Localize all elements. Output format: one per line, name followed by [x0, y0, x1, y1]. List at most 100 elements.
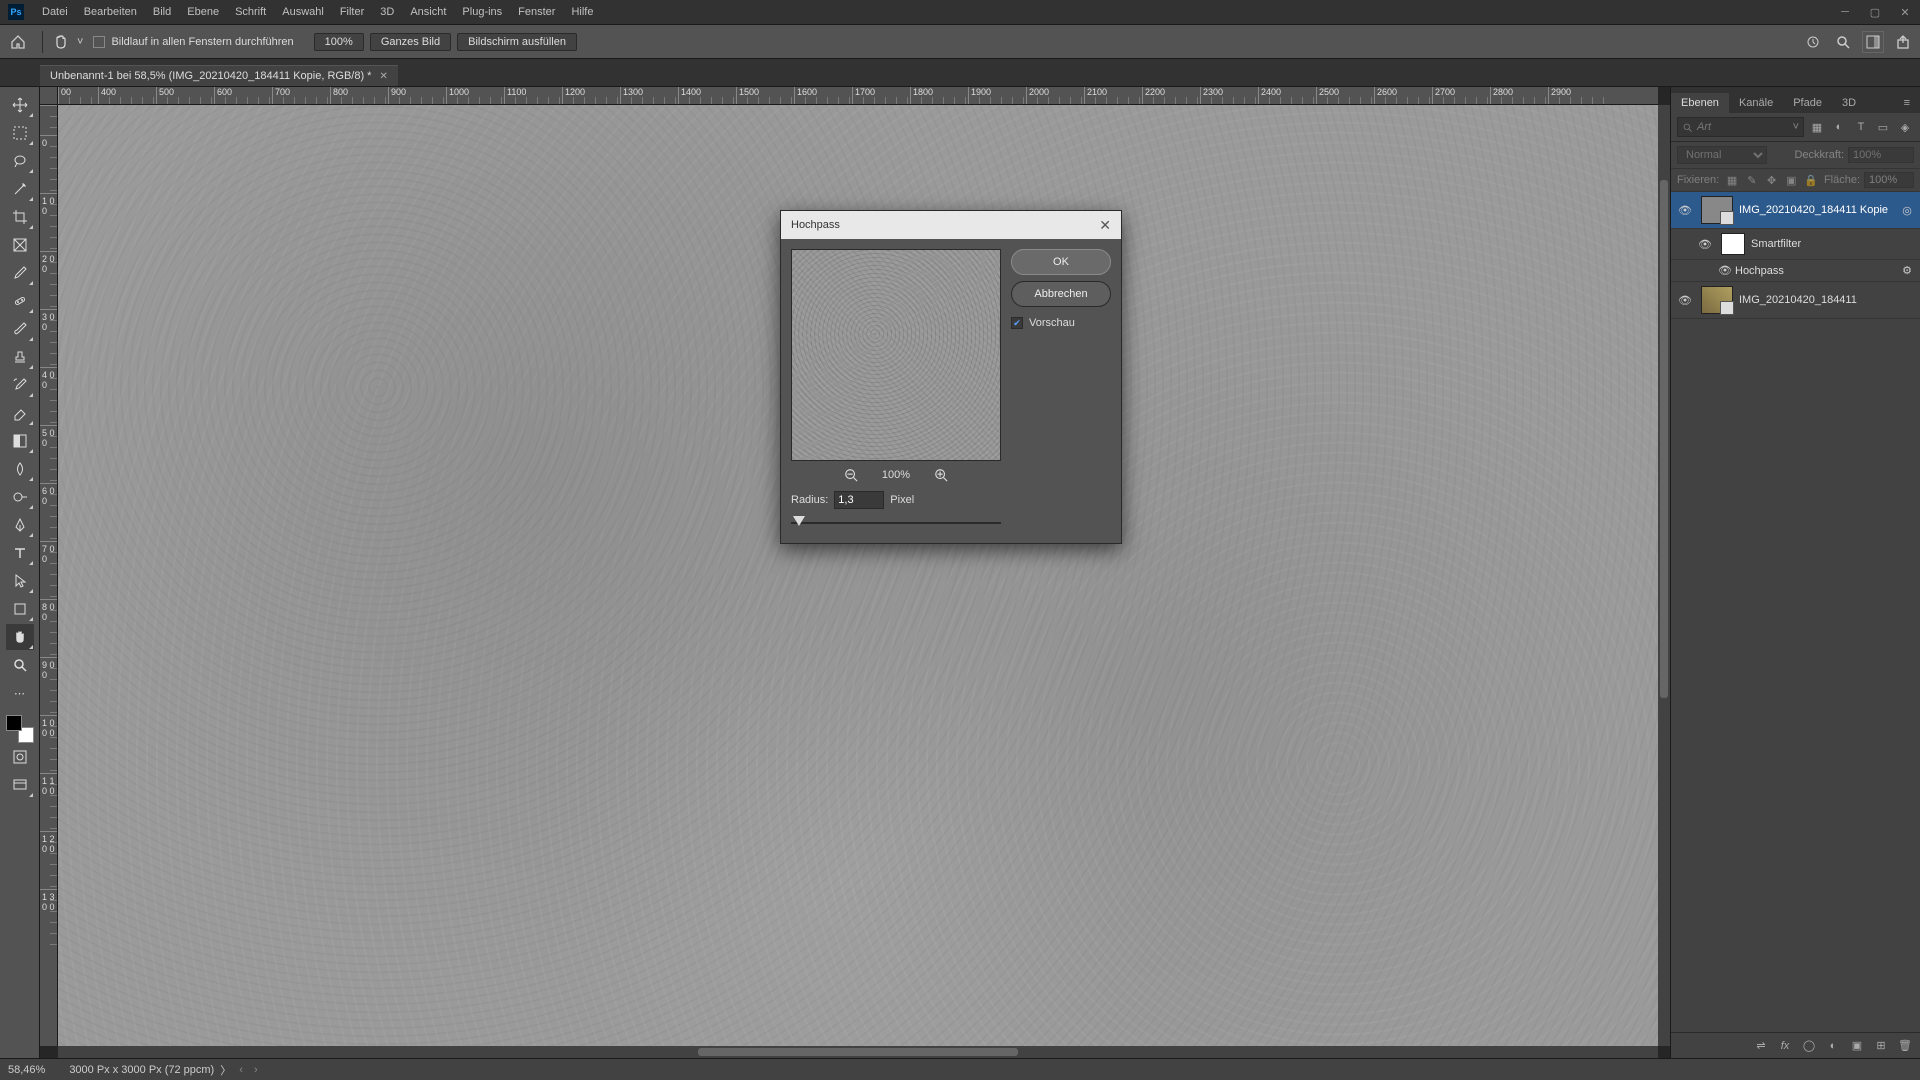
status-nav-icons[interactable]: ‹ › — [239, 1064, 261, 1076]
maximize-button[interactable]: ▢ — [1860, 0, 1890, 25]
scroll-all-windows-checkbox[interactable]: Bildlauf in allen Fenstern durchführen — [93, 36, 293, 48]
dialog-titlebar[interactable]: Hochpass ✕ — [781, 211, 1121, 239]
lasso-tool[interactable] — [6, 148, 34, 174]
blur-tool[interactable] — [6, 456, 34, 482]
layer-search[interactable]: Art ˅ — [1677, 117, 1804, 137]
stamp-tool[interactable] — [6, 344, 34, 370]
scrollbar-vertical[interactable] — [1658, 105, 1670, 1046]
close-icon[interactable]: ✕ — [379, 71, 387, 82]
menu-filter[interactable]: Filter — [332, 6, 372, 18]
visibility-icon[interactable]: 👁 — [1695, 238, 1715, 251]
filter-preview[interactable] — [791, 249, 1001, 461]
preview-checkbox[interactable]: ✔ Vorschau — [1011, 317, 1111, 329]
panel-menu-icon[interactable]: ≡ — [1894, 93, 1920, 113]
layer-item[interactable]: 👁 IMG_20210420_184411 Kopie ◎ — [1671, 192, 1920, 229]
radius-slider[interactable] — [791, 513, 1001, 533]
menu-auswahl[interactable]: Auswahl — [274, 6, 332, 18]
visibility-icon[interactable]: 👁 — [1675, 294, 1695, 307]
close-button[interactable]: ✕ — [1890, 0, 1920, 25]
layer-thumbnail[interactable] — [1701, 196, 1733, 224]
visibility-icon[interactable]: 👁 — [1675, 204, 1695, 217]
status-info[interactable]: 3000 Px x 3000 Px (72 ppcm) — [69, 1064, 214, 1076]
quickmask-tool[interactable] — [6, 744, 34, 770]
filter-mask-thumbnail[interactable] — [1721, 233, 1745, 255]
cloud-icon[interactable] — [1802, 31, 1824, 53]
menu-ansicht[interactable]: Ansicht — [402, 6, 454, 18]
scrollbar-horizontal[interactable] — [58, 1046, 1658, 1058]
foreground-color[interactable] — [6, 715, 22, 731]
filter-shape-icon[interactable]: ▭ — [1874, 118, 1892, 136]
close-icon[interactable]: ✕ — [1099, 217, 1111, 234]
link-layers-icon[interactable]: ⇌ — [1752, 1037, 1770, 1055]
menu-bearbeiten[interactable]: Bearbeiten — [76, 6, 145, 18]
blend-mode-select[interactable]: Normal — [1677, 146, 1767, 164]
menu-fenster[interactable]: Fenster — [510, 6, 563, 18]
fill-screen-button[interactable]: Bildschirm ausfüllen — [457, 33, 577, 51]
lock-pixels-icon[interactable]: ✎ — [1745, 172, 1759, 188]
lock-transparent-icon[interactable]: ▦ — [1725, 172, 1739, 188]
layer-fx-icon[interactable]: fx — [1776, 1037, 1794, 1055]
filter-adjust-icon[interactable]: ◐ — [1830, 118, 1848, 136]
menu-plugins[interactable]: Plug-ins — [454, 6, 510, 18]
move-tool[interactable] — [6, 92, 34, 118]
layer-thumbnail[interactable] — [1701, 286, 1733, 314]
shape-tool[interactable] — [6, 596, 34, 622]
scrollbar-thumb[interactable] — [698, 1048, 1018, 1056]
color-swatches[interactable] — [6, 715, 34, 743]
history-brush-tool[interactable] — [6, 372, 34, 398]
status-dropdown-icon[interactable]: 〉 — [220, 1062, 231, 1078]
share-icon[interactable] — [1892, 31, 1914, 53]
brush-tool[interactable] — [6, 316, 34, 342]
marquee-tool[interactable] — [6, 120, 34, 146]
tab-ebenen[interactable]: Ebenen — [1671, 93, 1729, 113]
tab-pfade[interactable]: Pfade — [1783, 93, 1832, 113]
ok-button[interactable]: OK — [1011, 249, 1111, 275]
search-icon[interactable] — [1832, 31, 1854, 53]
filter-options-icon[interactable]: ⚙ — [1898, 264, 1916, 277]
slider-knob[interactable] — [793, 516, 805, 526]
home-icon[interactable] — [6, 30, 30, 54]
screenmode-tool[interactable] — [6, 772, 34, 798]
fit-image-button[interactable]: Ganzes Bild — [370, 33, 451, 51]
frame-tool[interactable] — [6, 232, 34, 258]
type-tool[interactable] — [6, 540, 34, 566]
pen-tool[interactable] — [6, 512, 34, 538]
dodge-tool[interactable] — [6, 484, 34, 510]
group-icon[interactable]: ▣ — [1848, 1037, 1866, 1055]
hand-tool-icon[interactable] — [49, 30, 73, 54]
layer-name[interactable]: IMG_20210420_184411 — [1739, 294, 1916, 306]
zoom-out-icon[interactable] — [844, 468, 858, 482]
zoom-in-icon[interactable] — [934, 468, 948, 482]
eyedropper-tool[interactable] — [6, 260, 34, 286]
lock-position-icon[interactable]: ✥ — [1765, 172, 1779, 188]
hand-tool[interactable] — [6, 624, 34, 650]
lock-artboard-icon[interactable]: ▣ — [1784, 172, 1798, 188]
gradient-tool[interactable] — [6, 428, 34, 454]
lock-all-icon[interactable]: 🔒 — [1804, 172, 1818, 188]
filter-type-icon[interactable]: T — [1852, 118, 1870, 136]
document-tab[interactable]: Unbenannt-1 bei 58,5% (IMG_20210420_1844… — [40, 65, 398, 86]
new-layer-icon[interactable]: ⊞ — [1872, 1037, 1890, 1055]
eraser-tool[interactable] — [6, 400, 34, 426]
layer-item[interactable]: 👁 IMG_20210420_184411 — [1671, 282, 1920, 319]
cancel-button[interactable]: Abbrechen — [1011, 281, 1111, 307]
adjustment-layer-icon[interactable]: ◐ — [1824, 1037, 1842, 1055]
filter-hochpass-row[interactable]: 👁 Hochpass ⚙ — [1671, 260, 1920, 282]
menu-hilfe[interactable]: Hilfe — [563, 6, 601, 18]
visibility-icon[interactable]: 👁 — [1715, 264, 1735, 277]
filter-smart-icon[interactable]: ◈ — [1896, 118, 1914, 136]
menu-bild[interactable]: Bild — [145, 6, 179, 18]
fill-value[interactable]: 100% — [1864, 172, 1914, 188]
trash-icon[interactable]: 🗑 — [1896, 1037, 1914, 1055]
tab-3d[interactable]: 3D — [1832, 93, 1866, 113]
path-select-tool[interactable] — [6, 568, 34, 594]
crop-tool[interactable] — [6, 204, 34, 230]
healing-tool[interactable] — [6, 288, 34, 314]
minimize-button[interactable]: ─ — [1830, 0, 1860, 25]
ruler-horizontal[interactable]: 00 400 500 600 700 800 900 1000 1100 120… — [58, 87, 1658, 105]
zoom-100-button[interactable]: 100% — [314, 33, 364, 51]
status-zoom[interactable]: 58,46% — [8, 1064, 45, 1076]
layer-mask-icon[interactable]: ◯ — [1800, 1037, 1818, 1055]
menu-3d[interactable]: 3D — [372, 6, 402, 18]
layer-name[interactable]: IMG_20210420_184411 Kopie — [1739, 204, 1898, 216]
